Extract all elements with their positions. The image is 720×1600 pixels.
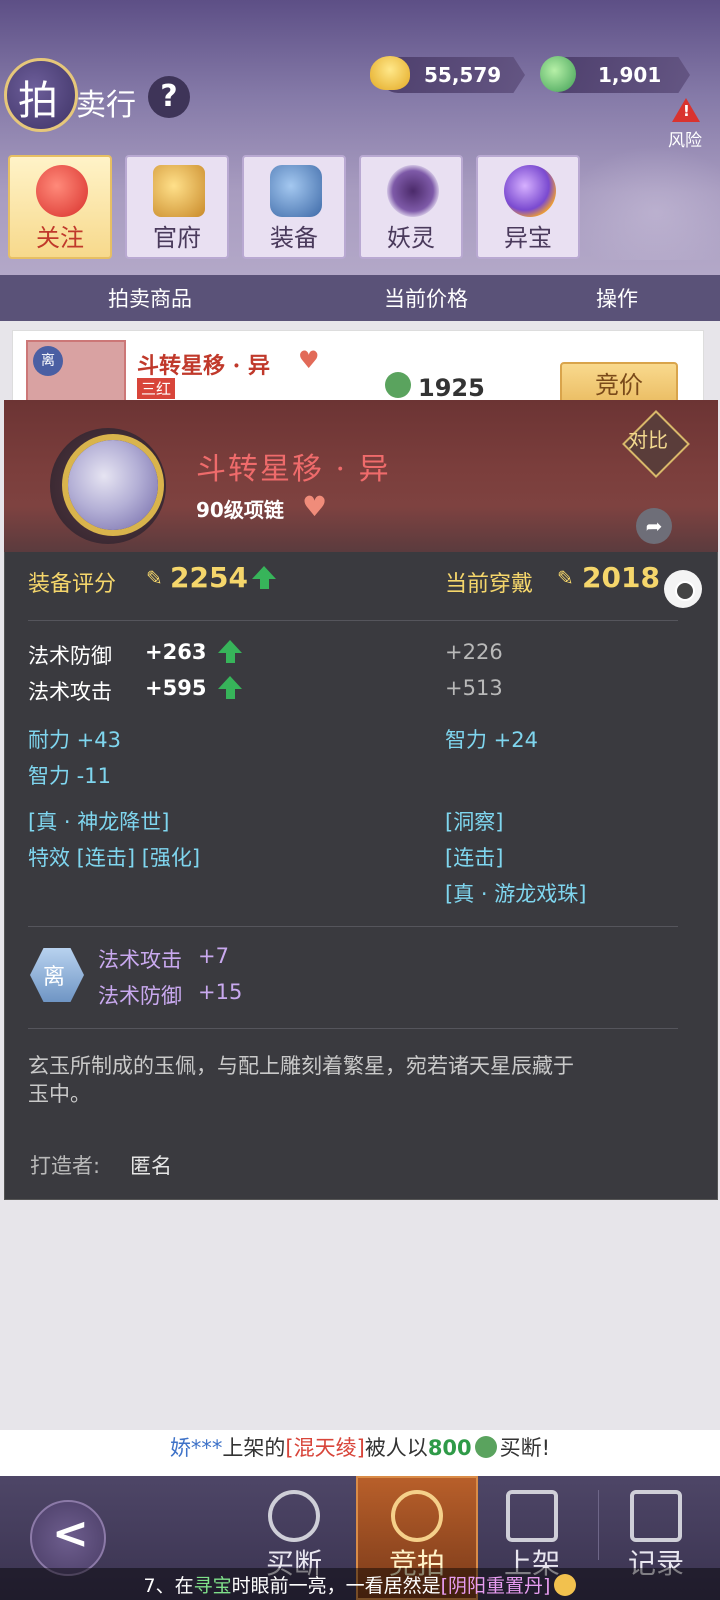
tab-equipment[interactable]: 装备: [242, 155, 346, 259]
current-stat-value: +226: [445, 640, 503, 664]
money-eyes-emoji-icon: [554, 1574, 577, 1596]
buyout-icon: [268, 1490, 320, 1542]
current-skill: [真 · 游龙戏珠]: [445, 882, 587, 906]
nav-divider: [598, 1490, 599, 1560]
ticker-text: 买断!: [499, 1436, 551, 1460]
tip-text: 7、在: [143, 1575, 194, 1597]
tip-item: [阴阳重置丹]: [440, 1575, 551, 1597]
attribute: 耐力 +43: [28, 728, 121, 752]
score-label: 装备评分: [28, 572, 117, 597]
stall-icon: [506, 1490, 558, 1542]
jade-icon: [385, 372, 411, 398]
stat-label: 法术攻击: [28, 680, 112, 704]
tab-label: 异宝: [504, 224, 552, 252]
column-price: 当前价格: [384, 287, 468, 311]
jade-icon: [474, 1436, 497, 1458]
ticker-item: [混天绫]: [285, 1436, 365, 1460]
item-name: 斗转星移 · 异: [137, 353, 270, 379]
item-description: 玄玉所制成的玉佩，与配上雕刻着繁星，宛若诸天星辰藏于玉中。: [28, 1054, 574, 1106]
tab-label: 妖灵: [387, 224, 435, 252]
ticker-amount: 800: [427, 1436, 472, 1460]
help-button[interactable]: ?: [148, 76, 190, 118]
tab-watchlist[interactable]: 关注: [8, 155, 112, 259]
scales-icon: [391, 1490, 443, 1542]
tab-government[interactable]: 官府: [125, 155, 229, 259]
maker-label: 打造者:: [30, 1154, 101, 1178]
armor-icon: [270, 165, 322, 217]
jade-icon: [540, 56, 576, 92]
column-goods: 拍卖商品: [108, 287, 192, 311]
equipment-score: 2254: [170, 561, 248, 594]
record-icon: [630, 1490, 682, 1542]
current-skill: [连击]: [445, 846, 504, 870]
stat-value: +263: [145, 640, 207, 664]
current-stat-value: +513: [445, 676, 503, 700]
gem-stat-label: 法术攻击: [98, 948, 182, 972]
gem-stat-label: 法术防御: [98, 984, 182, 1008]
column-action: 操作: [596, 287, 638, 311]
gold-ingot-icon: [370, 56, 410, 90]
heart-icon: [36, 165, 88, 217]
share-icon[interactable]: ➦: [636, 508, 672, 544]
tab-treasure[interactable]: 异宝: [476, 155, 580, 259]
risk-label[interactable]: 风险: [668, 126, 702, 151]
tip-text: 时眼前一亮，一看居然是: [231, 1575, 441, 1597]
maker-name: 匿名: [130, 1154, 172, 1178]
tab-label: 关注: [36, 224, 84, 252]
item-element-badge: 离: [33, 346, 63, 376]
gem-element-char: 离: [43, 965, 66, 990]
page-title: 卖行: [76, 88, 136, 123]
up-arrow-stem: [260, 579, 269, 589]
current-attribute: 智力 +24: [445, 728, 538, 752]
equipment-name: 斗转星移 · 异: [196, 452, 391, 487]
ticker-text: 上架的: [222, 1436, 286, 1460]
stat-label: 法术防御: [28, 644, 112, 668]
decorative-clouds: [560, 140, 720, 260]
tab-label: 官府: [153, 224, 201, 252]
gem-stat-value: +15: [198, 980, 243, 1004]
divider: [28, 926, 678, 927]
spirit-icon: [387, 165, 439, 217]
item-price: 1925: [418, 374, 485, 402]
brush-icon: ✎: [557, 566, 574, 590]
skill: [真 · 神龙降世]: [28, 810, 170, 834]
up-arrow-icon: [252, 566, 276, 579]
equipment-type: 90级项链: [196, 498, 284, 522]
ticker-user: 娇***: [169, 1436, 223, 1460]
back-arrow-icon: <: [52, 1508, 89, 1559]
favorite-heart-icon[interactable]: ♥: [298, 346, 320, 374]
gavel-icon: [153, 165, 205, 217]
ticker-text: 被人以: [364, 1436, 428, 1460]
tip-message: 7、在寻宝时眼前一亮，一看居然是[阴阳重置丹]: [0, 1571, 720, 1598]
divider: [28, 1028, 678, 1029]
gem-stat-value: +7: [198, 944, 229, 968]
current-score: 2018: [582, 561, 660, 594]
item-quality-tag: 三红: [137, 378, 176, 399]
attribute: 智力 -11: [28, 764, 111, 788]
gold-amount: 55,579: [424, 63, 502, 87]
tab-label: 装备: [270, 224, 318, 252]
risk-exclamation: !: [683, 102, 690, 120]
up-arrow-icon: [218, 676, 242, 689]
compare-label[interactable]: 对比: [628, 424, 668, 453]
up-arrow-stem: [226, 689, 235, 699]
eye-pupil: [675, 581, 695, 601]
auction-logo-char: 拍: [18, 78, 58, 124]
tab-spirit[interactable]: 妖灵: [359, 155, 463, 259]
treasure-orb-icon: [504, 165, 556, 217]
stat-value: +595: [145, 676, 207, 700]
up-arrow-icon: [218, 640, 242, 653]
special-effect: 特效 [连击] [强化]: [28, 846, 201, 870]
favorite-heart-icon[interactable]: ♥: [302, 490, 327, 523]
brush-icon: ✎: [146, 566, 163, 590]
current-wear-label: 当前穿戴: [445, 572, 534, 597]
current-skill: [洞察]: [445, 810, 504, 834]
jade-amount: 1,901: [598, 63, 662, 87]
necklace-icon: [68, 440, 158, 530]
divider: [28, 620, 678, 621]
tip-place: 寻宝: [193, 1575, 232, 1597]
up-arrow-stem: [226, 653, 235, 663]
ticker-message: 娇***上架的[混天绫]被人以800 买断!: [0, 1432, 720, 1462]
